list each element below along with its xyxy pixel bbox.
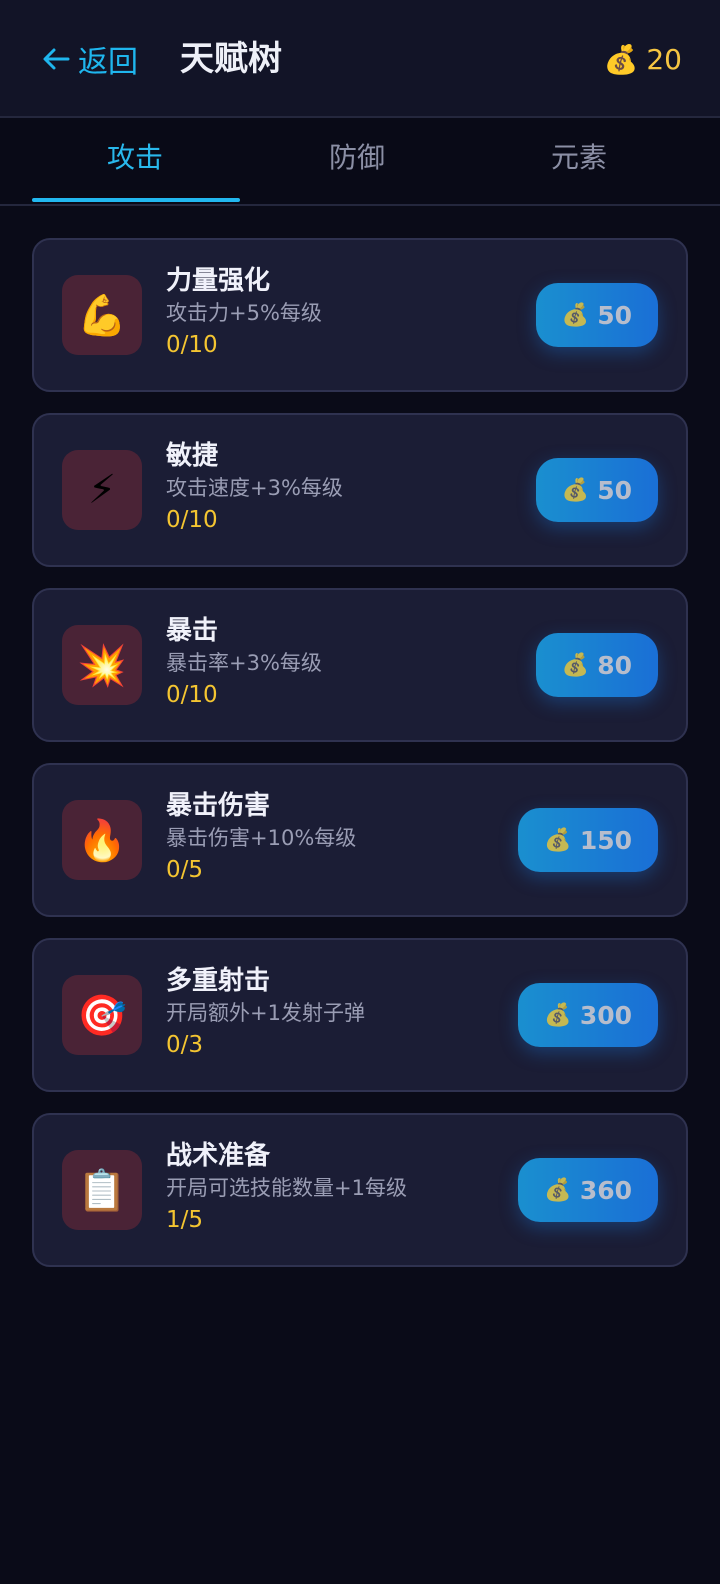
upgrade-cost: 50 <box>597 475 632 505</box>
talent-name: 暴击伤害 <box>166 791 271 821</box>
talent-name: 力量强化 <box>166 266 271 296</box>
arrow-left-icon <box>43 48 70 70</box>
talent-name: 敏捷 <box>166 441 219 471</box>
talent-name: 战术准备 <box>166 1141 271 1171</box>
talent-level: 0/5 <box>166 857 204 883</box>
money-bag-icon: 💰 <box>561 477 590 503</box>
top-bar: 返回 天赋树 💰 20 <box>0 0 720 118</box>
active-tab-indicator <box>32 198 240 202</box>
money-bag-icon: 💰 <box>544 1002 572 1028</box>
upgrade-button[interactable]: 💰 300 <box>518 983 658 1047</box>
tab-attack[interactable]: 攻击 <box>32 118 238 202</box>
talent-description: 暴击率+3%每级 <box>166 651 322 675</box>
talent-card: 🔥 暴击伤害 暴击伤害+10%每级 0/5 💰 150 <box>32 763 688 917</box>
money-bag-icon: 💰 <box>561 652 590 678</box>
back-button[interactable]: 返回 <box>42 36 138 82</box>
talent-name: 暴击 <box>166 616 219 646</box>
upgrade-button[interactable]: 💰 150 <box>518 808 658 872</box>
tab-element[interactable]: 元素 <box>476 118 682 202</box>
category-tabs: 攻击 防御 元素 <box>0 118 720 206</box>
talent-card: ⚡ 敏捷 攻击速度+3%每级 0/10 💰 50 <box>32 413 688 567</box>
money-bag-icon: 💰 <box>561 302 590 328</box>
talent-card: 💪 力量强化 攻击力+5%每级 0/10 💰 50 <box>32 238 688 392</box>
upgrade-button[interactable]: 💰 360 <box>518 1158 658 1222</box>
target-icon: 🎯 <box>62 975 142 1055</box>
talent-level: 0/10 <box>166 332 218 358</box>
upgrade-cost: 150 <box>579 825 632 855</box>
talent-level: 0/10 <box>166 507 218 533</box>
talent-name: 多重射击 <box>166 966 271 996</box>
upgrade-button[interactable]: 💰 50 <box>535 283 658 347</box>
tab-defense[interactable]: 防御 <box>254 118 460 202</box>
talent-description: 开局可选技能数量+1每级 <box>166 1176 407 1200</box>
fire-icon: 🔥 <box>62 800 142 880</box>
upgrade-cost: 50 <box>597 300 632 330</box>
money-bag-icon: 💰 <box>544 1177 572 1203</box>
talent-description: 开局额外+1发射子弹 <box>166 1001 365 1025</box>
coin-balance: 💰 20 <box>603 36 682 82</box>
clipboard-icon: 📋 <box>62 1150 142 1230</box>
explosion-icon: 💥 <box>62 625 142 705</box>
upgrade-button[interactable]: 💰 50 <box>535 458 658 522</box>
back-label: 返回 <box>78 45 138 80</box>
upgrade-button[interactable]: 💰 80 <box>535 633 658 697</box>
money-bag-icon: 💰 <box>603 42 639 76</box>
talent-description: 攻击速度+3%每级 <box>166 476 343 500</box>
talent-description: 暴击伤害+10%每级 <box>166 826 357 850</box>
upgrade-cost: 300 <box>579 1000 632 1030</box>
coin-count: 20 <box>646 42 682 76</box>
talent-level: 1/5 <box>166 1207 204 1233</box>
lightning-icon: ⚡ <box>62 450 142 530</box>
talent-level: 0/3 <box>166 1032 204 1058</box>
upgrade-cost: 80 <box>597 650 632 680</box>
talent-level: 0/10 <box>166 682 218 708</box>
talent-list: 💪 力量强化 攻击力+5%每级 0/10 💰 50 ⚡ 敏捷 攻击速度+3%每级… <box>32 238 688 1288</box>
page-title: 天赋树 <box>180 39 282 79</box>
flexed-biceps-icon: 💪 <box>62 275 142 355</box>
money-bag-icon: 💰 <box>544 827 572 853</box>
talent-description: 攻击力+5%每级 <box>166 301 322 325</box>
talent-card: 💥 暴击 暴击率+3%每级 0/10 💰 80 <box>32 588 688 742</box>
talent-card: 🎯 多重射击 开局额外+1发射子弹 0/3 💰 300 <box>32 938 688 1092</box>
upgrade-cost: 360 <box>579 1175 632 1205</box>
talent-card: 📋 战术准备 开局可选技能数量+1每级 1/5 💰 360 <box>32 1113 688 1267</box>
